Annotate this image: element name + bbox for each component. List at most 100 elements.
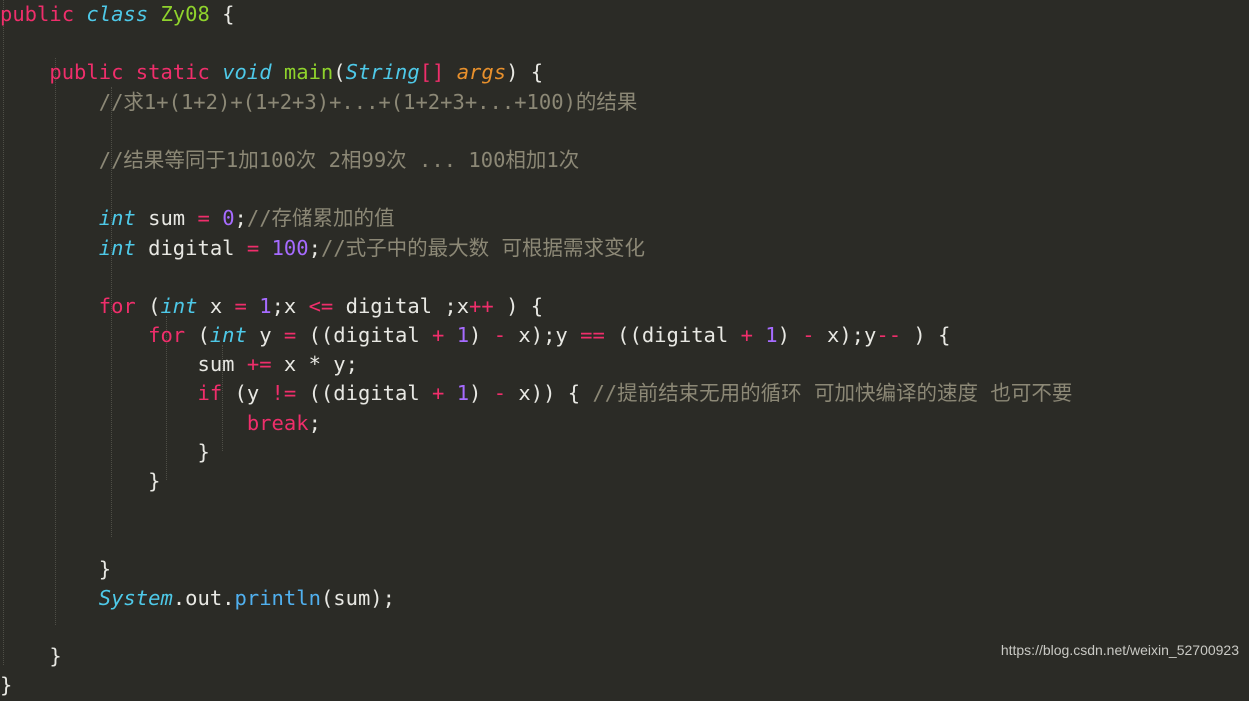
token-operator-plus: +: [740, 323, 753, 348]
code-editor-surface: public class Zy08 { public static void m…: [0, 0, 1249, 697]
token-type-int: int: [160, 293, 198, 318]
token-args: (sum);: [320, 585, 395, 610]
code-line-3: public static void main(String[] args) {: [0, 58, 1249, 87]
code-line-16: }: [0, 438, 1249, 467]
token-expr: ((digital: [296, 381, 432, 406]
token-type-int: int: [98, 235, 136, 260]
token-brackets: []: [419, 60, 445, 85]
source-code-block[interactable]: public class Zy08 { public static void m…: [0, 0, 1249, 701]
token-type-int: int: [209, 323, 247, 348]
token-operator-minus: -: [802, 323, 815, 348]
token-comment: //提前结束无用的循环 可加快编译的速度 也可不要: [592, 381, 1073, 406]
token-operator-assign: =: [234, 293, 247, 318]
code-line-6: //结果等同于1加100次 2相99次 ... 100相加1次: [0, 146, 1249, 175]
code-line-17: }: [0, 467, 1249, 496]
token-paren-brace: ) {: [493, 293, 544, 318]
token-comment: //式子中的最大数 可根据需求变化: [320, 235, 645, 260]
token-semicolon: ;: [308, 235, 321, 260]
token-expr: x);y: [814, 323, 877, 348]
token-type-string: String: [345, 60, 420, 85]
token-identifier-sum: sum: [135, 206, 198, 231]
token-identifier-y: y: [246, 323, 284, 348]
token-identifier-digital: digital: [135, 235, 247, 260]
token-keyword-class: class: [86, 2, 149, 26]
code-line-9: int digital = 100;//式子中的最大数 可根据需求变化: [0, 234, 1249, 263]
code-line-8: int sum = 0;//存储累加的值: [0, 204, 1249, 233]
token-keyword-if: if: [197, 381, 223, 406]
code-line-15: break;: [0, 409, 1249, 438]
token-expr: ): [469, 381, 494, 406]
token-brace-close: }: [0, 673, 13, 698]
token-paren-open: (: [333, 60, 346, 85]
code-line-12: for (int y = ((digital + 1) - x);y == ((…: [0, 321, 1249, 350]
token-keyword-for: for: [98, 293, 136, 318]
token-brace-close: }: [148, 469, 161, 493]
token-brace-open: {: [209, 2, 235, 26]
token-expr: (y: [222, 381, 272, 406]
watermark-url: https://blog.csdn.net/weixin_52700923: [1000, 642, 1239, 658]
token-comment: //存储累加的值: [246, 206, 395, 231]
token-identifier-sum: sum: [197, 352, 247, 377]
code-line-14: if (y != ((digital + 1) - x)) { //提前结束无用…: [0, 379, 1249, 408]
token-number: 1: [456, 323, 470, 348]
token-type-int: int: [98, 206, 136, 231]
token-keyword-for: for: [148, 323, 186, 348]
token-operator-not-equals: !=: [271, 381, 297, 406]
token-operator-lte: <=: [308, 293, 334, 318]
token-class-name: Zy08: [160, 2, 210, 26]
token-expr: x);y: [506, 323, 581, 348]
token-operator-minus: -: [493, 381, 507, 406]
token-semicolon: ;: [308, 410, 321, 435]
token-expr: ): [777, 323, 803, 348]
token-paren-open: (: [135, 293, 161, 318]
token-keyword-break: break: [246, 410, 309, 435]
token-operator-assign: =: [283, 323, 297, 348]
token-field-out: .out.: [172, 585, 235, 610]
code-line-20: }: [0, 555, 1249, 584]
token-number: 1: [765, 323, 778, 348]
token-keyword-void: void: [222, 60, 272, 85]
token-expr: digital ;x: [333, 293, 470, 318]
token-identifier-x: x: [271, 352, 309, 377]
token-expr: x)) {: [506, 381, 593, 406]
token-identifier-x: x: [197, 293, 235, 318]
token-comment: //求1+(1+2)+(1+2+3)+...+(1+2+3+...+100)的结…: [98, 89, 638, 114]
token-keyword-public: public: [0, 2, 75, 26]
token-method-main: main: [283, 60, 334, 85]
token-paren-brace: ) {: [901, 323, 951, 348]
token-expr: ((digital: [604, 323, 741, 348]
token-method-println: println: [234, 585, 321, 610]
token-operator-plus-assign: +=: [246, 352, 272, 377]
token-number: 0: [222, 206, 235, 231]
token-number: 1: [259, 293, 272, 318]
token-operator-minus: -: [493, 323, 507, 348]
code-line-11: for (int x = 1;x <= digital ;x++ ) {: [0, 292, 1249, 321]
token-operator-increment: ++: [469, 293, 494, 318]
code-line-21: System.out.println(sum);: [0, 584, 1249, 613]
token-paren-open: (: [185, 323, 210, 348]
token-semicolon: ;: [234, 206, 247, 231]
